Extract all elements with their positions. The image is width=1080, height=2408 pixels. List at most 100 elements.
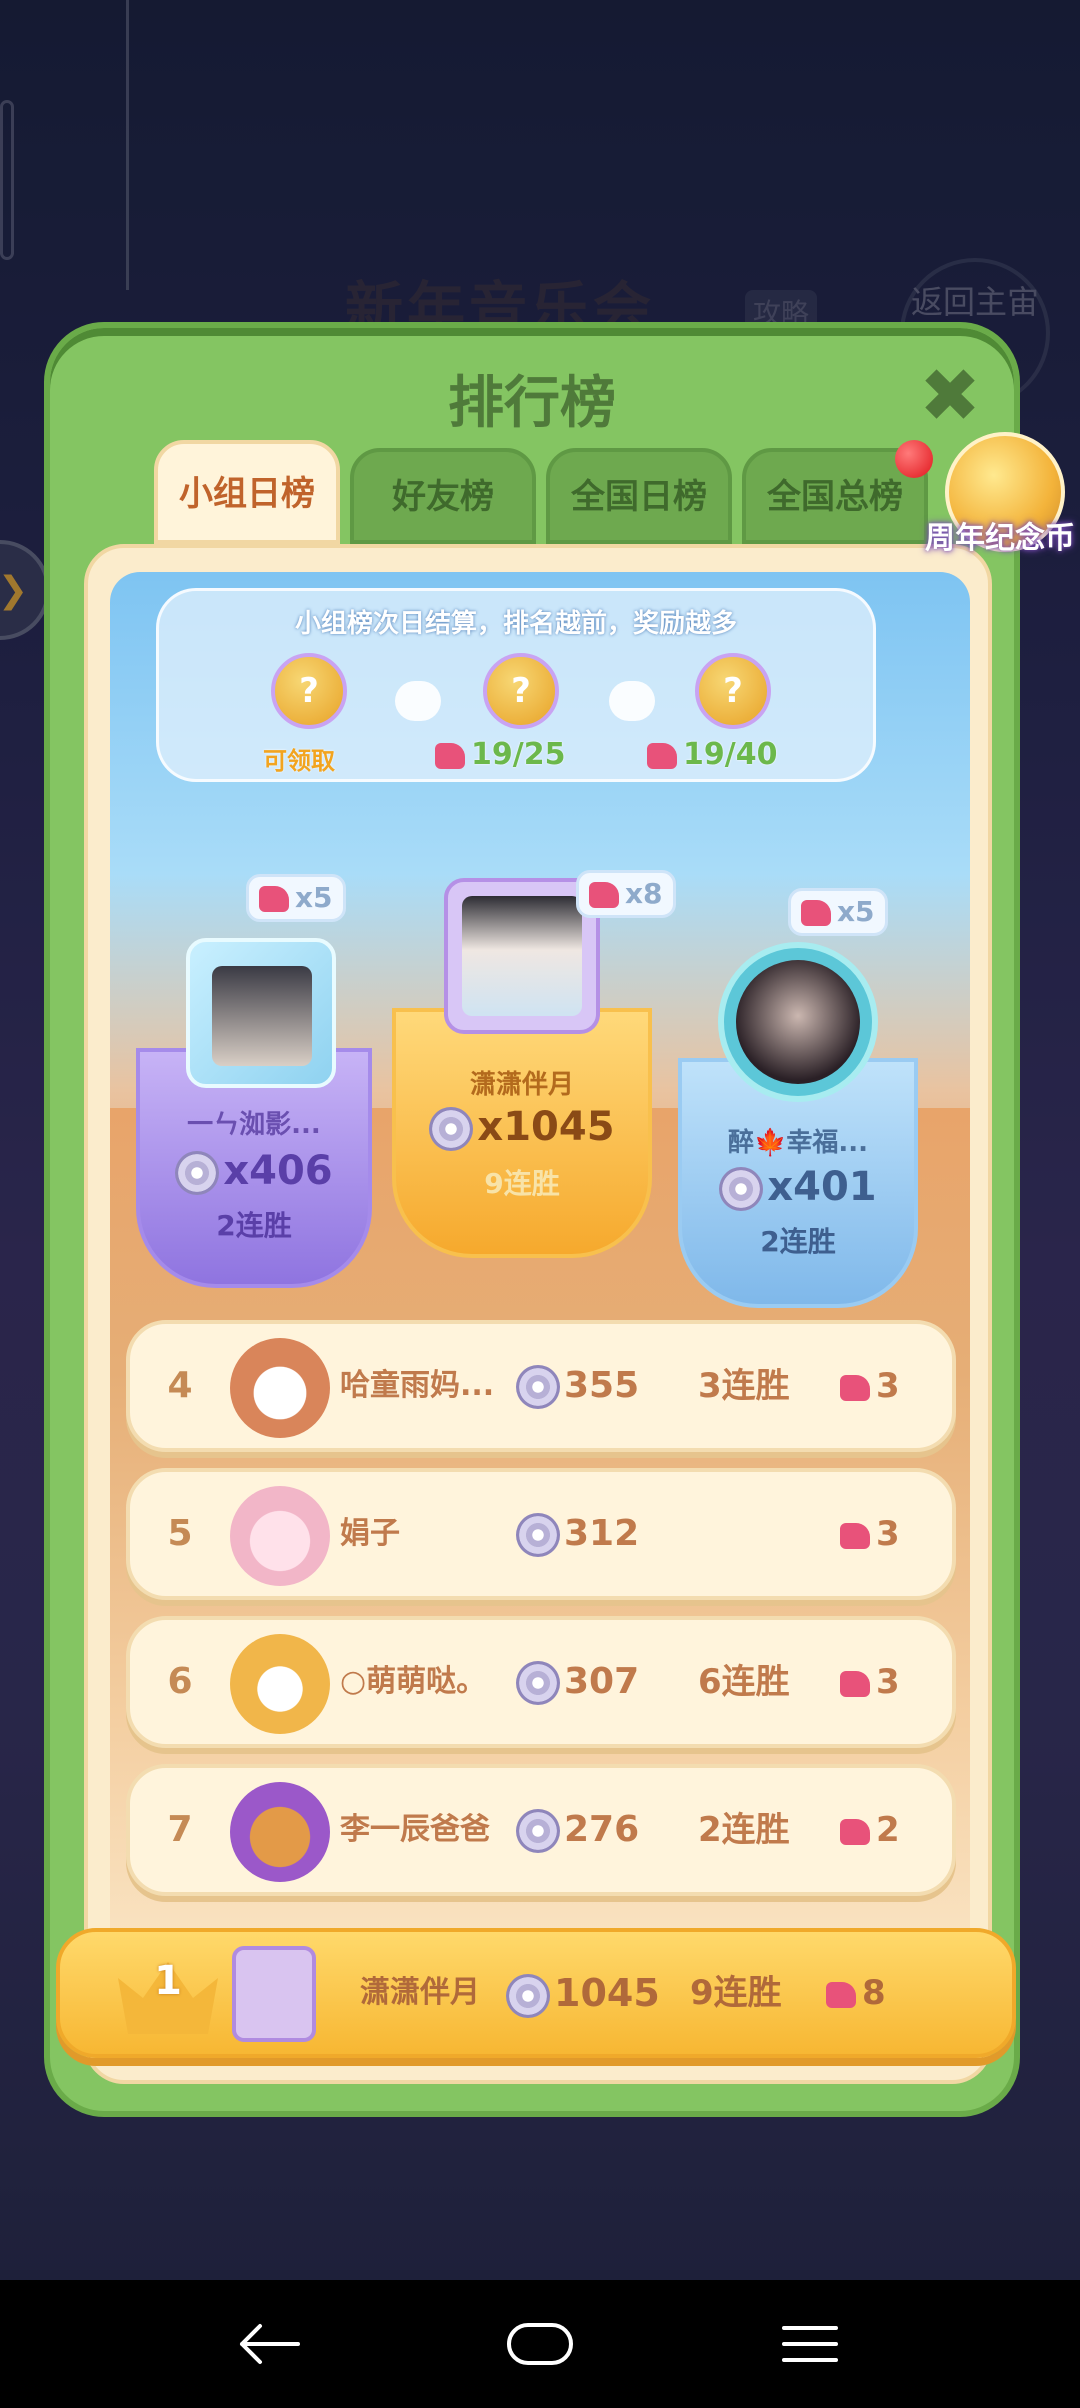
disc-icon [719, 1167, 764, 1211]
podium-streak: 2连胜 [216, 1209, 292, 1242]
podium-score-value: x406 [223, 1148, 333, 1194]
my-rank: 1 [154, 1958, 182, 2004]
avatar [230, 1338, 330, 1438]
ranking-row[interactable]: 5 娟子 312 3 [126, 1468, 956, 1600]
row-flags: 3 [840, 1324, 900, 1448]
leaderboard-panel: 排行榜 ✖ 小组日榜 好友榜 全国日榜 全国总榜 小组榜次日结算，排名越前，奖励… [44, 322, 1020, 2117]
row-rank: 5 [167, 1513, 193, 1554]
arrow-icon [395, 681, 441, 721]
avatar [230, 1782, 330, 1882]
ranking-row[interactable]: 6 ○萌萌哒。 307 6连胜 3 [126, 1616, 956, 1748]
progress-2-value: 19/25 [471, 737, 566, 772]
row-score: 312 [516, 1472, 639, 1596]
podium-third[interactable]: 醉🍁幸福... x401 2连胜 x5 [678, 888, 918, 1328]
home-nav-button[interactable] [470, 2280, 610, 2408]
avatar [230, 1634, 330, 1734]
row-streak: 3连胜 [698, 1366, 790, 1406]
flag-icon [801, 900, 831, 926]
my-flags: 8 [826, 1932, 886, 2054]
progress-3-value: 19/40 [683, 737, 778, 772]
row-flags: 3 [840, 1472, 900, 1596]
my-streak: 9连胜 [690, 1973, 782, 2013]
row-name: 李一辰爸爸 [340, 1812, 490, 1847]
podium-score: x401 [678, 1164, 918, 1211]
row-streak: 2连胜 [698, 1810, 790, 1850]
row-score-value: 355 [564, 1365, 640, 1406]
reward-info-box: 小组榜次日结算，排名越前，奖励越多 ? ? ? 可领取 19/25 19/40 [156, 588, 876, 782]
flag-count-bubble: x5 [246, 874, 346, 922]
menu-icon [782, 2326, 838, 2362]
tab-friends[interactable]: 好友榜 [350, 448, 536, 544]
ranking-row[interactable]: 4 哈童雨妈... 355 3连胜 3 [126, 1320, 956, 1452]
row-flag-count: 3 [876, 1366, 900, 1406]
row-flags: 3 [840, 1620, 900, 1744]
flag-count: x8 [625, 877, 663, 910]
disc-icon [175, 1151, 220, 1195]
flag-count: x5 [837, 895, 875, 928]
podium-name: 一ㄣ洳影... [187, 1110, 321, 1140]
podium-score: x406 [136, 1148, 372, 1195]
reward-chest-2-icon[interactable]: ? [483, 653, 559, 729]
row-name: ○萌萌哒。 [340, 1664, 487, 1699]
row-flag-count: 3 [876, 1662, 900, 1702]
podium-streak: 9连胜 [484, 1167, 560, 1200]
row-flags: 2 [840, 1768, 900, 1892]
arrow-icon [609, 681, 655, 721]
reward-chest-3-icon[interactable]: ? [695, 653, 771, 729]
leaderboard-content: 小组榜次日结算，排名越前，奖励越多 ? ? ? 可领取 19/25 19/40 … [84, 544, 992, 2084]
row-score-value: 276 [564, 1809, 640, 1850]
podium-name: 潇潇伴月 [469, 1070, 574, 1100]
podium-score: x1045 [392, 1104, 652, 1151]
avatar [462, 896, 582, 1016]
back-arrow-icon [240, 2324, 300, 2364]
progress-2: 19/25 [435, 737, 565, 772]
podium-name: 醉🍁幸福... [727, 1128, 868, 1158]
flag-count: x5 [295, 881, 333, 914]
row-rank: 4 [167, 1365, 193, 1406]
flag-icon [840, 1670, 870, 1697]
row-flag-count: 2 [876, 1810, 900, 1850]
podium-first[interactable]: 潇潇伴月 x1045 9连胜 x8 [392, 870, 676, 1298]
home-icon [507, 2323, 573, 2365]
notification-dot [895, 440, 933, 478]
podium-score-value: x1045 [477, 1104, 615, 1150]
ranking-row[interactable]: 7 李一辰爸爸 276 2连胜 2 [126, 1764, 956, 1896]
flag-icon [840, 1374, 870, 1401]
flag-icon [259, 886, 289, 912]
row-score-value: 312 [564, 1513, 640, 1554]
reward-chest-1-icon[interactable]: ? [271, 653, 347, 729]
tab-national-daily[interactable]: 全国日榜 [546, 448, 732, 544]
panel-title: 排行榜 [448, 371, 616, 436]
avatar [736, 960, 860, 1084]
my-rank-row[interactable]: 1 潇潇伴月 1045 9连胜 8 [56, 1928, 1016, 2058]
disc-icon [506, 1973, 550, 2018]
flag-count-bubble: x8 [576, 870, 676, 918]
flag-icon [840, 1522, 870, 1549]
close-icon[interactable]: ✖ [910, 356, 990, 436]
row-streak: 6连胜 [698, 1662, 790, 1702]
back-nav-button[interactable] [200, 2280, 340, 2408]
podium-second[interactable]: 一ㄣ洳影... x406 2连胜 x5 [136, 874, 372, 1308]
avatar [230, 1486, 330, 1586]
podium-streak: 2连胜 [760, 1225, 836, 1258]
disc-icon [429, 1107, 474, 1151]
disc-icon [516, 1365, 560, 1409]
reward-info-text: 小组榜次日结算，排名越前，奖励越多 [294, 609, 737, 639]
my-flag-count: 8 [862, 1973, 886, 2013]
flag-icon [647, 742, 677, 769]
row-name: 娟子 [340, 1516, 400, 1551]
flag-icon [589, 882, 619, 908]
recents-nav-button[interactable] [740, 2280, 880, 2408]
row-score: 276 [516, 1768, 639, 1892]
row-rank: 6 [167, 1661, 193, 1702]
tab-group-daily[interactable]: 小组日榜 [154, 440, 340, 544]
disc-icon [516, 1513, 560, 1557]
avatar [212, 966, 312, 1066]
my-name: 潇潇伴月 [360, 1975, 480, 2010]
my-score: 1045 [506, 1932, 660, 2054]
disc-icon [516, 1661, 560, 1705]
disc-icon [516, 1809, 560, 1853]
progress-3: 19/40 [647, 737, 777, 772]
my-avatar [232, 1946, 316, 2042]
row-flag-count: 3 [876, 1514, 900, 1554]
